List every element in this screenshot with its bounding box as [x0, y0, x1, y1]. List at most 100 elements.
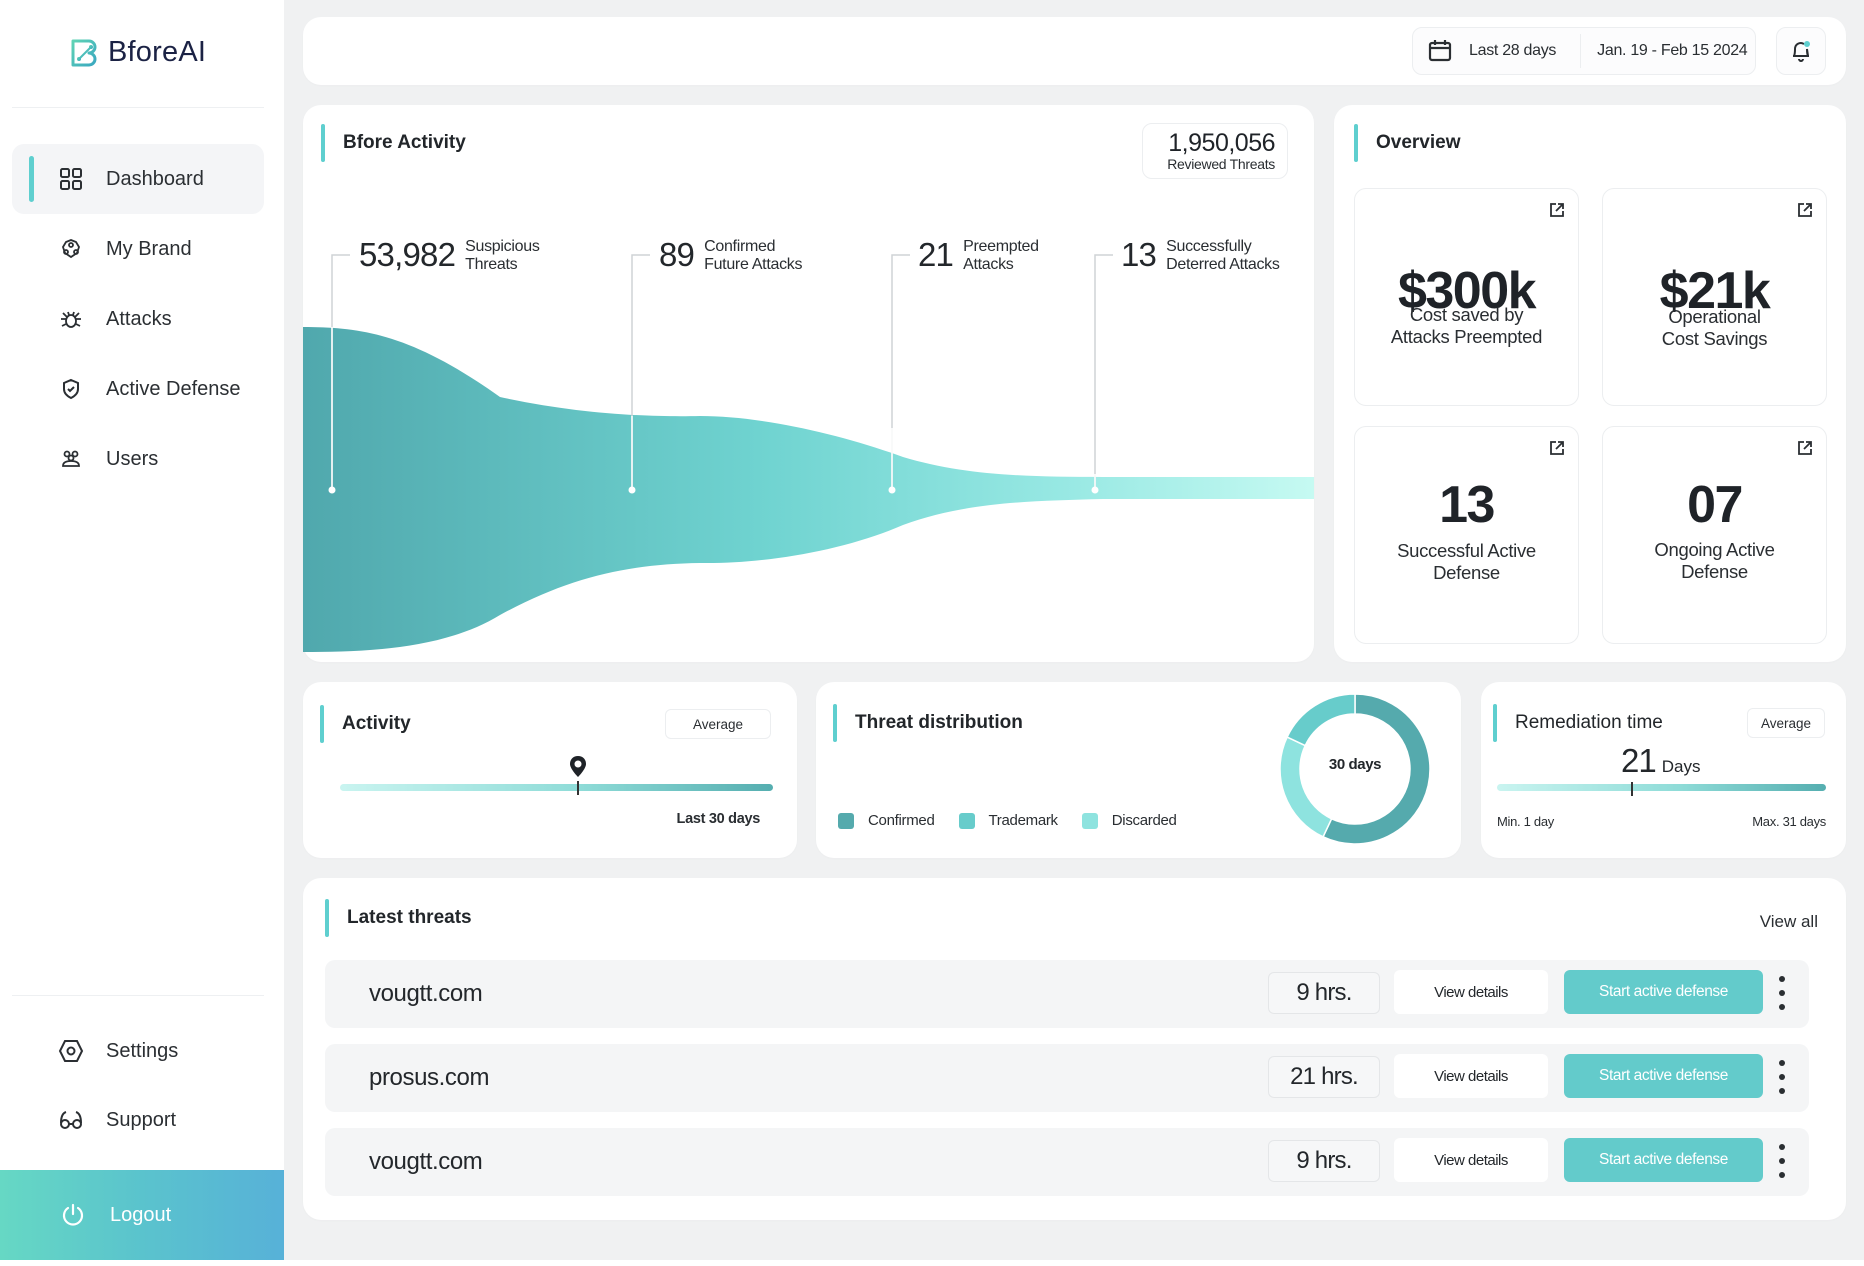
- donut-segment-trademark[interactable]: [1286, 693, 1356, 747]
- legend-label: Trademark: [988, 812, 1059, 829]
- overview-tile-ongoing-defense[interactable]: 07 Ongoing Active Defense: [1602, 426, 1827, 644]
- bug-icon: [58, 306, 84, 332]
- date-separator: [1580, 34, 1582, 68]
- title-text: Latest threats: [347, 907, 472, 928]
- legend-item-confirmed: Confirmed: [838, 812, 935, 829]
- location-pin-icon[interactable]: [568, 755, 588, 781]
- remediation-time-card: Remediation time Average 21 Days Min. 1 …: [1481, 682, 1846, 858]
- sidebar-item-users[interactable]: Users: [12, 424, 264, 494]
- overview-card: Overview $300k Cost saved by Attacks Pree…: [1334, 105, 1846, 662]
- external-link-icon[interactable]: [1796, 439, 1814, 457]
- overview-tile-successful-defense[interactable]: 13 Successful Active Defense: [1354, 426, 1579, 644]
- remediation-title: Remediation time: [1493, 704, 1663, 742]
- legend-label: Confirmed: [868, 812, 935, 829]
- start-active-defense-button[interactable]: Start active defense: [1564, 970, 1763, 1014]
- stage-label-line2: Deterred Attacks: [1166, 256, 1280, 273]
- power-icon: [60, 1202, 86, 1228]
- sidebar-divider: [12, 995, 264, 996]
- threat-row: vougtt.com 9 hrs. View details Start act…: [325, 1128, 1809, 1196]
- logout-button[interactable]: Logout: [0, 1170, 284, 1260]
- sidebar-item-support[interactable]: Support: [12, 1085, 264, 1155]
- view-details-button[interactable]: View details: [1394, 1054, 1548, 1098]
- external-link-icon[interactable]: [1548, 201, 1566, 219]
- overview-tile-cost-saved[interactable]: $300k Cost saved by Attacks Preempted: [1354, 188, 1579, 406]
- sidebar-item-label: Active Defense: [106, 377, 241, 400]
- brand-icon: [58, 236, 84, 262]
- donut-segment-discarded[interactable]: [1279, 736, 1333, 838]
- stage-label-line2: Future Attacks: [704, 256, 803, 273]
- reviewed-threats-value: 1,950,056: [1168, 129, 1275, 157]
- title-text: Overview: [1376, 132, 1461, 153]
- view-details-button[interactable]: View details: [1394, 970, 1548, 1014]
- date-range-text: Jan. 19 - Feb 15 2024: [1597, 42, 1748, 59]
- bell-icon: [1793, 41, 1810, 63]
- funnel-stage-preempted: 21 Preempted Attacks: [918, 238, 1039, 274]
- notifications-button[interactable]: [1776, 27, 1826, 75]
- sidebar-item-dashboard[interactable]: Dashboard: [12, 144, 264, 214]
- more-options-icon[interactable]: [1775, 1060, 1789, 1094]
- legend-item-trademark: Trademark: [958, 812, 1059, 829]
- view-details-button[interactable]: View details: [1394, 1138, 1548, 1182]
- overview-label-line1: Operational: [1668, 306, 1761, 327]
- reviewed-threats-label: Reviewed Threats: [1167, 156, 1275, 172]
- overview-label: Successful Active Defense: [1355, 540, 1578, 584]
- threat-age-badge: 21 hrs.: [1268, 1056, 1380, 1098]
- stage-value: 89: [659, 236, 695, 273]
- activity-slider-track[interactable]: [340, 784, 773, 791]
- title-accent-bar: [325, 899, 329, 937]
- start-active-defense-button[interactable]: Start active defense: [1564, 1054, 1763, 1098]
- overview-label-line2: Attacks Preempted: [1390, 326, 1543, 347]
- sidebar-item-my-brand[interactable]: My Brand: [12, 214, 264, 284]
- sidebar-item-label: Dashboard: [106, 167, 204, 190]
- sidebar-item-label: Attacks: [106, 307, 172, 330]
- brand-logo[interactable]: BforeAI: [70, 36, 206, 69]
- remediation-min-label: Min. 1 day: [1497, 814, 1554, 829]
- more-options-icon[interactable]: [1775, 1144, 1789, 1178]
- title-accent-bar: [833, 704, 837, 742]
- sidebar-item-active-defense[interactable]: Active Defense: [12, 354, 264, 424]
- start-active-defense-button[interactable]: Start active defense: [1564, 1138, 1763, 1182]
- legend-label: Discarded: [1111, 812, 1177, 829]
- remediation-max-label: Max. 31 days: [1752, 814, 1826, 829]
- grid-icon: [58, 166, 84, 192]
- external-link-icon[interactable]: [1796, 201, 1814, 219]
- remediation-average-button[interactable]: Average: [1747, 708, 1825, 738]
- overview-label-line2: Cost Savings: [1661, 328, 1768, 349]
- threat-row: prosus.com 21 hrs. View details Start ac…: [325, 1044, 1809, 1112]
- remediation-unit: Days: [1661, 757, 1701, 776]
- stage-label-line2: Attacks: [963, 256, 1014, 273]
- latest-threats-title: Latest threats: [325, 899, 472, 937]
- overview-label: Operational Cost Savings: [1603, 306, 1826, 350]
- stage-value: 53,982: [359, 236, 456, 273]
- overview-label-line2: Defense: [1433, 562, 1500, 583]
- stage-label: Successfully Deterred Attacks: [1166, 238, 1280, 274]
- stage-value: 21: [918, 236, 954, 273]
- stage-label-line1: Confirmed: [704, 238, 776, 255]
- more-options-icon[interactable]: [1775, 976, 1789, 1010]
- support-icon: [58, 1107, 84, 1133]
- stage-label-line2: Threats: [465, 256, 518, 273]
- overview-value: 13: [1439, 476, 1495, 534]
- remediation-slider-track[interactable]: [1497, 784, 1826, 791]
- legend-item-discarded: Discarded: [1081, 812, 1177, 829]
- overview-tile-operational-savings[interactable]: $21k Operational Cost Savings: [1602, 188, 1827, 406]
- activity-average-button[interactable]: Average: [665, 709, 771, 739]
- date-preset: Last 28 days: [1469, 42, 1557, 59]
- date-range-picker[interactable]: Last 28 days Jan. 19 - Feb 15 2024: [1412, 27, 1756, 75]
- sidebar-divider: [12, 107, 264, 108]
- sidebar-item-settings[interactable]: Settings: [12, 1016, 264, 1086]
- activity-funnel-chart: [303, 327, 1314, 652]
- sidebar-item-label: My Brand: [106, 237, 192, 260]
- view-all-link[interactable]: View all: [1760, 912, 1818, 932]
- threat-domain: prosus.com: [369, 1064, 490, 1091]
- threat-legend: Confirmed Trademark Discarded: [838, 812, 1201, 829]
- funnel-shape: [303, 327, 1314, 652]
- stage-value: 13: [1121, 236, 1157, 273]
- legend-swatch: [1081, 812, 1098, 829]
- remediation-slider-tick: [1630, 782, 1633, 796]
- external-link-icon[interactable]: [1548, 439, 1566, 457]
- stage-label: Preempted Attacks: [963, 238, 1039, 274]
- title-accent-bar: [320, 705, 324, 743]
- funnel-stage-suspicious: 53,982 Suspicious Threats: [359, 238, 540, 274]
- sidebar-item-attacks[interactable]: Attacks: [12, 284, 264, 354]
